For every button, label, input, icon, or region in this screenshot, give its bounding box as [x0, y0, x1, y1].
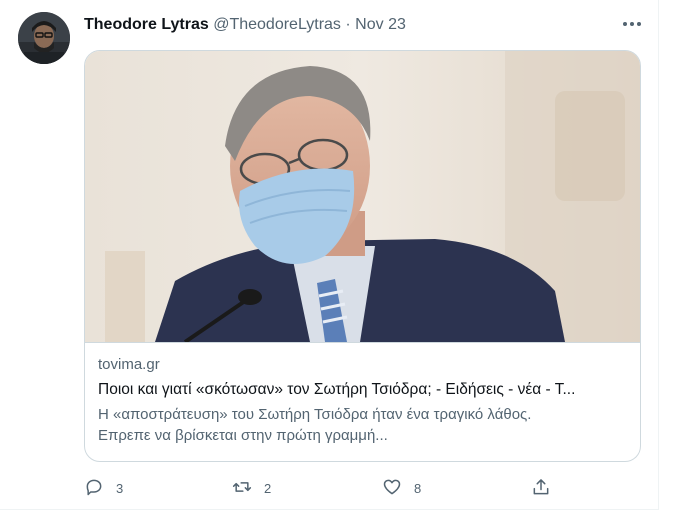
tweet-date[interactable]: Nov 23: [355, 16, 406, 33]
card-description: Η «αποστράτευση» του Σωτήρη Τσιόδρα ήταν…: [98, 404, 627, 446]
card-domain: tovima.gr: [98, 356, 160, 373]
retweet-icon: [232, 477, 252, 500]
author-name[interactable]: Theodore Lytras: [84, 16, 209, 33]
card-title: Ποιοι και γιατί «σκότωσαν» τον Σωτήρη Τσ…: [98, 381, 576, 398]
retweet-button[interactable]: 2: [232, 476, 271, 500]
like-button[interactable]: 8: [382, 476, 421, 500]
card-image[interactable]: [85, 51, 640, 344]
more-icon[interactable]: [620, 14, 644, 34]
card-description-line: Η «αποστράτευση» του Σωτήρη Τσιόδρα ήταν…: [98, 406, 532, 423]
reply-count: 3: [116, 480, 124, 496]
action-bar: 3 2 8: [0, 476, 659, 500]
author-handle[interactable]: @TheodoreLytras: [213, 16, 341, 33]
separator: ·: [345, 16, 351, 33]
share-button[interactable]: [531, 476, 551, 500]
tweet-header: Theodore Lytras @TheodoreLytras · Nov 23: [84, 15, 406, 35]
reply-icon: [84, 477, 104, 500]
avatar[interactable]: [18, 12, 70, 64]
like-count: 8: [414, 480, 422, 496]
like-icon: [382, 477, 402, 500]
retweet-count: 2: [264, 480, 272, 496]
reply-button[interactable]: 3: [84, 476, 123, 500]
card-description-line: Επρεπε να βρίσκεται στην πρώτη γραμμή...: [98, 427, 388, 444]
share-icon: [531, 477, 551, 500]
link-card[interactable]: tovima.gr Ποιοι και γιατί «σκότωσαν» τον…: [84, 50, 641, 462]
card-text[interactable]: tovima.gr Ποιοι και γιατί «σκότωσαν» τον…: [85, 342, 640, 461]
tweet[interactable]: Theodore Lytras @TheodoreLytras · Nov 23: [0, 0, 659, 510]
